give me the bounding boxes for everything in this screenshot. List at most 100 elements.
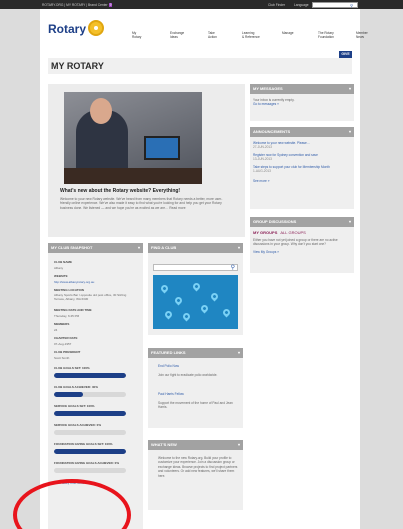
announcement-title[interactable]: Take steps to support your club for Memb… bbox=[250, 162, 354, 169]
search-icon[interactable]: ⚲ bbox=[350, 3, 353, 9]
goal-progress-bar bbox=[54, 430, 126, 435]
goal-progress-fill bbox=[54, 392, 83, 397]
club-map[interactable] bbox=[153, 275, 238, 329]
featured-link-text: Support the movement of the home of Paul… bbox=[158, 401, 233, 410]
whats-new-text: Welcome to the new Rotary.org. Build you… bbox=[158, 456, 238, 478]
map-pin-icon bbox=[163, 309, 174, 320]
my-messages-body: Your inbox is currently empty. Go to mes… bbox=[250, 94, 354, 121]
chevron-down-icon[interactable]: ▾ bbox=[238, 440, 240, 450]
nav-item[interactable]: Manage bbox=[282, 31, 294, 35]
my-messages-header[interactable]: MY MESSAGES ▾ bbox=[250, 84, 354, 94]
announcements-header[interactable]: ANNOUNCEMENTS ▾ bbox=[250, 127, 354, 137]
tab-my-groups[interactable]: MY GROUPS bbox=[253, 230, 277, 235]
search-icon[interactable]: ⚲ bbox=[231, 264, 235, 271]
announcements-body: Welcome to your new website. Please… 27-… bbox=[250, 137, 354, 209]
goal-label: SERVICE GOALS SET: 100% bbox=[54, 404, 95, 408]
chevron-down-icon[interactable]: ▾ bbox=[238, 243, 240, 253]
snapshot-value: 24 bbox=[54, 328, 58, 332]
find-a-club-header[interactable]: FIND A CLUB ▾ bbox=[148, 243, 243, 253]
map-pin-icon bbox=[221, 307, 232, 318]
snapshot-label: WEBSITE bbox=[54, 274, 68, 278]
chevron-down-icon[interactable]: ▾ bbox=[138, 243, 140, 253]
group-tabs: MY GROUPS ALL GROUPS bbox=[250, 227, 354, 235]
chevron-down-icon[interactable]: ▾ bbox=[349, 127, 351, 137]
nav-item[interactable]: Learning & Reference bbox=[242, 31, 260, 39]
rotary-logo-text[interactable]: Rotary bbox=[48, 22, 86, 36]
group-discussions-header[interactable]: GROUP DISCUSSIONS ▾ bbox=[250, 217, 354, 227]
snapshot-label: MEMBERS bbox=[54, 322, 70, 326]
feature-image[interactable] bbox=[64, 92, 202, 184]
snapshot-label: MEETING DATE AND TIME bbox=[54, 308, 92, 312]
goal-progress-bar bbox=[54, 411, 126, 416]
groups-empty-text: Either you have not yet joined a group o… bbox=[253, 238, 338, 247]
feature-title[interactable]: What's new about the Rotary website? Eve… bbox=[60, 188, 180, 194]
featured-links-header[interactable]: FEATURED LINKS ▾ bbox=[148, 348, 243, 358]
club-finder-link[interactable]: Club Finder bbox=[268, 3, 285, 7]
map-pin-icon bbox=[199, 303, 210, 314]
go-to-messages-link[interactable]: Go to messages » bbox=[250, 102, 354, 106]
find-club-search-input[interactable]: ⚲ bbox=[153, 264, 238, 271]
snapshot-value: 07-Aug-1957 bbox=[54, 342, 72, 346]
goal-progress-fill bbox=[54, 373, 126, 378]
top-utility-bar: ROTARY.ORG | MY ROTARY | Brand Center 9 C… bbox=[0, 0, 403, 9]
nav-item-label: Ideas bbox=[170, 35, 178, 39]
view-my-groups-link[interactable]: View My Groups » bbox=[250, 247, 354, 254]
snapshot-value: Albany Sports Bar / opposite old post of… bbox=[54, 293, 127, 301]
chevron-down-icon[interactable]: ▾ bbox=[238, 348, 240, 358]
tab-all-groups[interactable]: ALL GROUPS bbox=[280, 230, 305, 235]
featured-link-title[interactable]: End Polio Now bbox=[158, 364, 238, 368]
snapshot-label: CLUB NAME bbox=[54, 260, 72, 264]
site-header: Rotary My Rotary Exchange Ideas Take Action Le… bbox=[40, 9, 368, 49]
top-search-input[interactable]: ⚲ bbox=[312, 1, 358, 9]
snapshot-value: Scott Smith bbox=[54, 356, 70, 360]
nav-item[interactable]: Member News bbox=[356, 31, 368, 39]
language-link[interactable]: Language bbox=[294, 3, 309, 7]
goal-progress-fill bbox=[54, 411, 126, 416]
nav-item-label: & Reference bbox=[242, 35, 260, 39]
snapshot-label: MEETING LOCATION bbox=[54, 288, 84, 292]
goal-progress-bar bbox=[54, 468, 126, 473]
top-right-links: Club Finder Language bbox=[268, 3, 317, 7]
map-pin-icon bbox=[191, 281, 202, 292]
nav-item[interactable]: Take Action bbox=[208, 31, 217, 39]
map-pin-icon bbox=[209, 291, 220, 302]
feature-text: Welcome to your new Rotary website. We'v… bbox=[60, 197, 223, 210]
chevron-down-icon[interactable]: ▾ bbox=[349, 84, 351, 94]
map-pin-icon bbox=[173, 295, 184, 306]
top-links[interactable]: ROTARY.ORG | MY ROTARY | Brand Center 9 bbox=[42, 2, 113, 7]
announcement-title[interactable]: Welcome to your new website. Please… bbox=[250, 137, 354, 145]
goal-progress-bar bbox=[54, 449, 126, 454]
snapshot-value[interactable]: http://www.albanyrotary.org.au bbox=[54, 280, 94, 284]
featured-link-title[interactable]: Paul Harris Fellow bbox=[158, 392, 238, 396]
map-pin-icon bbox=[181, 311, 192, 322]
goal-label: SERVICE GOALS ACHIEVED: 0% bbox=[54, 423, 102, 427]
group-discussions-body: MY GROUPS ALL GROUPS Either you have not … bbox=[250, 227, 354, 273]
snapshot-label: CHARTER DATE bbox=[54, 336, 78, 340]
nav-item[interactable]: The Rotary Foundation bbox=[318, 31, 334, 39]
rotary-wheel-icon[interactable] bbox=[88, 20, 104, 36]
title-bar: MY ROTARY bbox=[48, 58, 352, 74]
person-head bbox=[90, 98, 112, 124]
map-pin-icon bbox=[159, 283, 170, 294]
goal-label: CLUB GOALS SET: 100% bbox=[54, 366, 90, 370]
notification-badge[interactable]: 9 bbox=[108, 2, 113, 7]
whats-new-header[interactable]: WHAT'S NEW ▾ bbox=[148, 440, 243, 450]
nav-item[interactable]: Exchange Ideas bbox=[170, 31, 184, 39]
nav-item-label: Action bbox=[208, 35, 217, 39]
snapshot-label: CLUB PRESIDENT bbox=[54, 350, 81, 354]
nav-item-label: News bbox=[356, 35, 364, 39]
give-button[interactable]: GIVE bbox=[339, 51, 352, 58]
goal-label: FOUNDATION GIVING GOALS ACHIEVED: 0% bbox=[54, 461, 120, 465]
page-title: MY ROTARY bbox=[51, 61, 104, 71]
laptop bbox=[144, 136, 180, 160]
nav-item-label: Rotary bbox=[132, 35, 142, 39]
goal-progress-bar bbox=[54, 392, 126, 397]
chevron-down-icon[interactable]: ▾ bbox=[349, 217, 351, 227]
nav-item-label: Manage bbox=[282, 31, 294, 35]
club-snapshot-header[interactable]: MY CLUB SNAPSHOT ▾ bbox=[48, 243, 143, 253]
announcements-see-more[interactable]: See more » bbox=[250, 173, 354, 183]
announcement-title[interactable]: Register now for Sydney convention and s… bbox=[250, 150, 354, 157]
nav-item[interactable]: My Rotary bbox=[132, 31, 141, 39]
goal-label: FOUNDATION GIVING GOALS SET: 100% bbox=[54, 442, 113, 446]
goal-label: CLUB GOALS ACHIEVED: 40% bbox=[54, 385, 98, 389]
